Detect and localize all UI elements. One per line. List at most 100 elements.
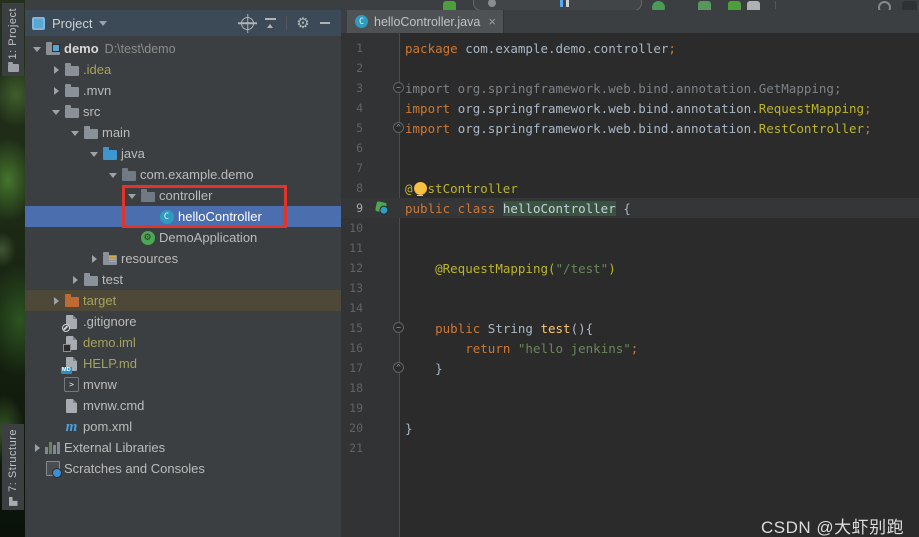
line-number[interactable]: 13 — [341, 281, 363, 295]
code-text[interactable]: import org.springframework.web.bind.anno… — [399, 81, 842, 96]
code-editor[interactable]: 1 package com.example.demo.controller; 2 3 −… — [341, 33, 919, 537]
code-line-19[interactable]: 19 — [341, 398, 919, 418]
tree-item-scratches-and-consoles[interactable]: Scratches and Consoles — [25, 458, 341, 479]
tree-item-mvn[interactable]: .mvn — [25, 80, 341, 101]
code-line-20[interactable]: 20} — [341, 418, 919, 438]
tree-item-idea[interactable]: .idea — [25, 59, 341, 80]
line-number[interactable]: 11 — [341, 241, 363, 255]
locate-file-icon[interactable] — [241, 17, 254, 30]
line-number[interactable]: 4 — [341, 101, 363, 115]
spring-bean-class-icon[interactable] — [375, 201, 387, 213]
tree-item-target[interactable]: target — [25, 290, 341, 311]
editor-tab-hellocontroller[interactable]: C helloController.java × — [347, 10, 504, 33]
code-line-9[interactable]: 9 public class helloController { — [341, 198, 919, 218]
code-text[interactable]: package com.example.demo.controller; — [399, 41, 676, 56]
line-number[interactable]: 2 — [341, 61, 363, 75]
run-icon[interactable] — [652, 1, 665, 10]
collapse-all-icon[interactable] — [262, 15, 278, 31]
code-line-4[interactable]: 4 import org.springframework.web.bind.ann… — [341, 98, 919, 118]
code-text[interactable]: @RequestMapping("/test") — [399, 261, 616, 276]
tree-item-external-libraries[interactable]: External Libraries — [25, 437, 341, 458]
expand-arrow-icon[interactable] — [30, 437, 44, 458]
code-text[interactable]: return "hello jenkins"; — [399, 341, 638, 356]
intention-bulb-icon[interactable] — [414, 182, 427, 195]
code-line-10[interactable]: 10 — [341, 218, 919, 238]
code-text[interactable]: public class helloController { — [399, 201, 631, 216]
line-number[interactable]: 8 — [341, 181, 363, 195]
line-number[interactable]: 6 — [341, 141, 363, 155]
line-number[interactable]: 15 — [341, 321, 363, 335]
expand-arrow-icon[interactable] — [30, 38, 44, 59]
expand-arrow-icon[interactable] — [87, 143, 101, 164]
code-text[interactable]: } — [399, 361, 443, 376]
line-number[interactable]: 19 — [341, 401, 363, 415]
line-number[interactable]: 12 — [341, 261, 363, 275]
expand-arrow-icon[interactable] — [106, 164, 120, 185]
code-line-13[interactable]: 13 — [341, 278, 919, 298]
tree-item-demo[interactable]: demoD:\test\demo — [25, 38, 341, 59]
expand-arrow-icon[interactable] — [49, 59, 63, 80]
line-number[interactable]: 21 — [341, 441, 363, 455]
chevron-down-icon[interactable] — [99, 21, 107, 30]
line-number[interactable]: 10 — [341, 221, 363, 235]
tree-item-resources[interactable]: resources — [25, 248, 341, 269]
settings-gear-icon[interactable]: ⚙ — [295, 15, 311, 31]
tool-stripe-structure-button[interactable]: 7: Structure — [2, 424, 24, 510]
tree-item-src[interactable]: src — [25, 101, 341, 122]
code-line-17[interactable]: 17 ^ } — [341, 358, 919, 378]
code-line-18[interactable]: 18 — [341, 378, 919, 398]
coverage-icon[interactable] — [728, 1, 741, 10]
toolbar-widget[interactable] — [902, 1, 917, 10]
code-line-15[interactable]: 15 − public String test(){ — [341, 318, 919, 338]
code-text[interactable]: import org.springframework.web.bind.anno… — [399, 101, 872, 116]
tree-item-gitignore[interactable]: .gitignore — [25, 311, 341, 332]
tree-item-help-md[interactable]: MDHELP.md — [25, 353, 341, 374]
fold-marker-icon[interactable]: − — [393, 82, 404, 93]
line-number[interactable]: 14 — [341, 301, 363, 315]
tree-item-controller[interactable]: controller — [25, 185, 341, 206]
fold-marker-icon[interactable]: − — [393, 322, 404, 333]
code-line-21[interactable]: 21 — [341, 438, 919, 458]
code-text[interactable]: import org.springframework.web.bind.anno… — [399, 121, 872, 136]
expand-arrow-icon[interactable] — [125, 185, 139, 206]
tree-item-main[interactable]: main — [25, 122, 341, 143]
line-number[interactable]: 9 — [341, 201, 363, 215]
tree-item-hellocontroller[interactable]: ChelloController — [25, 206, 341, 227]
profiler-icon[interactable] — [747, 1, 760, 10]
line-number[interactable]: 20 — [341, 421, 363, 435]
tool-stripe-project-button[interactable]: 1: Project — [2, 3, 24, 76]
line-number[interactable]: 18 — [341, 381, 363, 395]
code-text[interactable]: } — [399, 421, 413, 436]
close-tab-icon[interactable]: × — [488, 17, 496, 27]
expand-arrow-icon[interactable] — [68, 122, 82, 143]
vcs-update-icon[interactable] — [443, 1, 456, 10]
code-text[interactable]: public String test(){ — [399, 321, 593, 336]
code-line-6[interactable]: 6 — [341, 138, 919, 158]
tree-item-test[interactable]: test — [25, 269, 341, 290]
line-number[interactable]: 17 — [341, 361, 363, 375]
line-number[interactable]: 1 — [341, 41, 363, 55]
code-line-12[interactable]: 12 @RequestMapping("/test") — [341, 258, 919, 278]
tree-item-mvnw-cmd[interactable]: mvnw.cmd — [25, 395, 341, 416]
code-line-2[interactable]: 2 — [341, 58, 919, 78]
tree-item-com-example-demo[interactable]: com.example.demo — [25, 164, 341, 185]
fold-marker-icon[interactable]: ^ — [393, 362, 404, 373]
code-text[interactable]: @stController — [399, 181, 518, 196]
code-line-8[interactable]: 8 @stController — [341, 178, 919, 198]
tree-item-demoapplication[interactable]: ⚙DemoApplication — [25, 227, 341, 248]
code-line-5[interactable]: 5^import org.springframework.web.bind.an… — [341, 118, 919, 138]
code-line-3[interactable]: 3 −import org.springframework.web.bind.an… — [341, 78, 919, 98]
expand-arrow-icon[interactable] — [49, 101, 63, 122]
run-config-combo[interactable] — [473, 0, 642, 10]
tree-item-demo-iml[interactable]: demo.iml — [25, 332, 341, 353]
line-number[interactable]: 3 — [341, 81, 363, 95]
line-number[interactable]: 16 — [341, 341, 363, 355]
tree-item-mvnw[interactable]: >mvnw — [25, 374, 341, 395]
line-number[interactable]: 7 — [341, 161, 363, 175]
expand-arrow-icon[interactable] — [49, 290, 63, 311]
debug-icon[interactable] — [698, 1, 711, 10]
expand-arrow-icon[interactable] — [68, 269, 82, 290]
fold-marker-icon[interactable]: ^ — [393, 122, 404, 133]
expand-arrow-icon[interactable] — [87, 248, 101, 269]
expand-arrow-icon[interactable] — [49, 80, 63, 101]
